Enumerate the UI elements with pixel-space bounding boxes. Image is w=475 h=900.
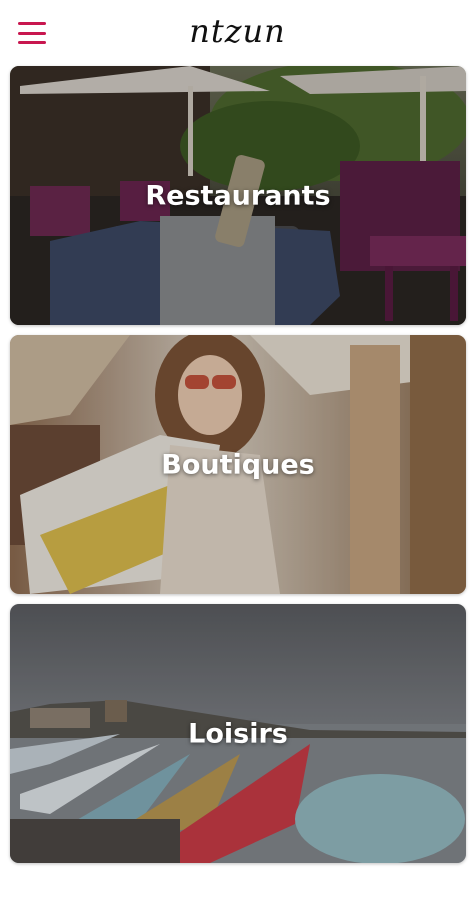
- app-logo: ntzun: [189, 12, 286, 50]
- category-label-boutiques: Boutiques: [161, 449, 315, 480]
- category-label-loisirs: Loisirs: [188, 718, 288, 749]
- app-header: ntzun: [0, 0, 475, 66]
- category-card-loisirs[interactable]: Loisirs: [10, 604, 466, 863]
- category-label-restaurants: Restaurants: [145, 180, 331, 211]
- category-card-restaurants[interactable]: Restaurants: [10, 66, 466, 325]
- category-card-boutiques[interactable]: Boutiques: [10, 335, 466, 594]
